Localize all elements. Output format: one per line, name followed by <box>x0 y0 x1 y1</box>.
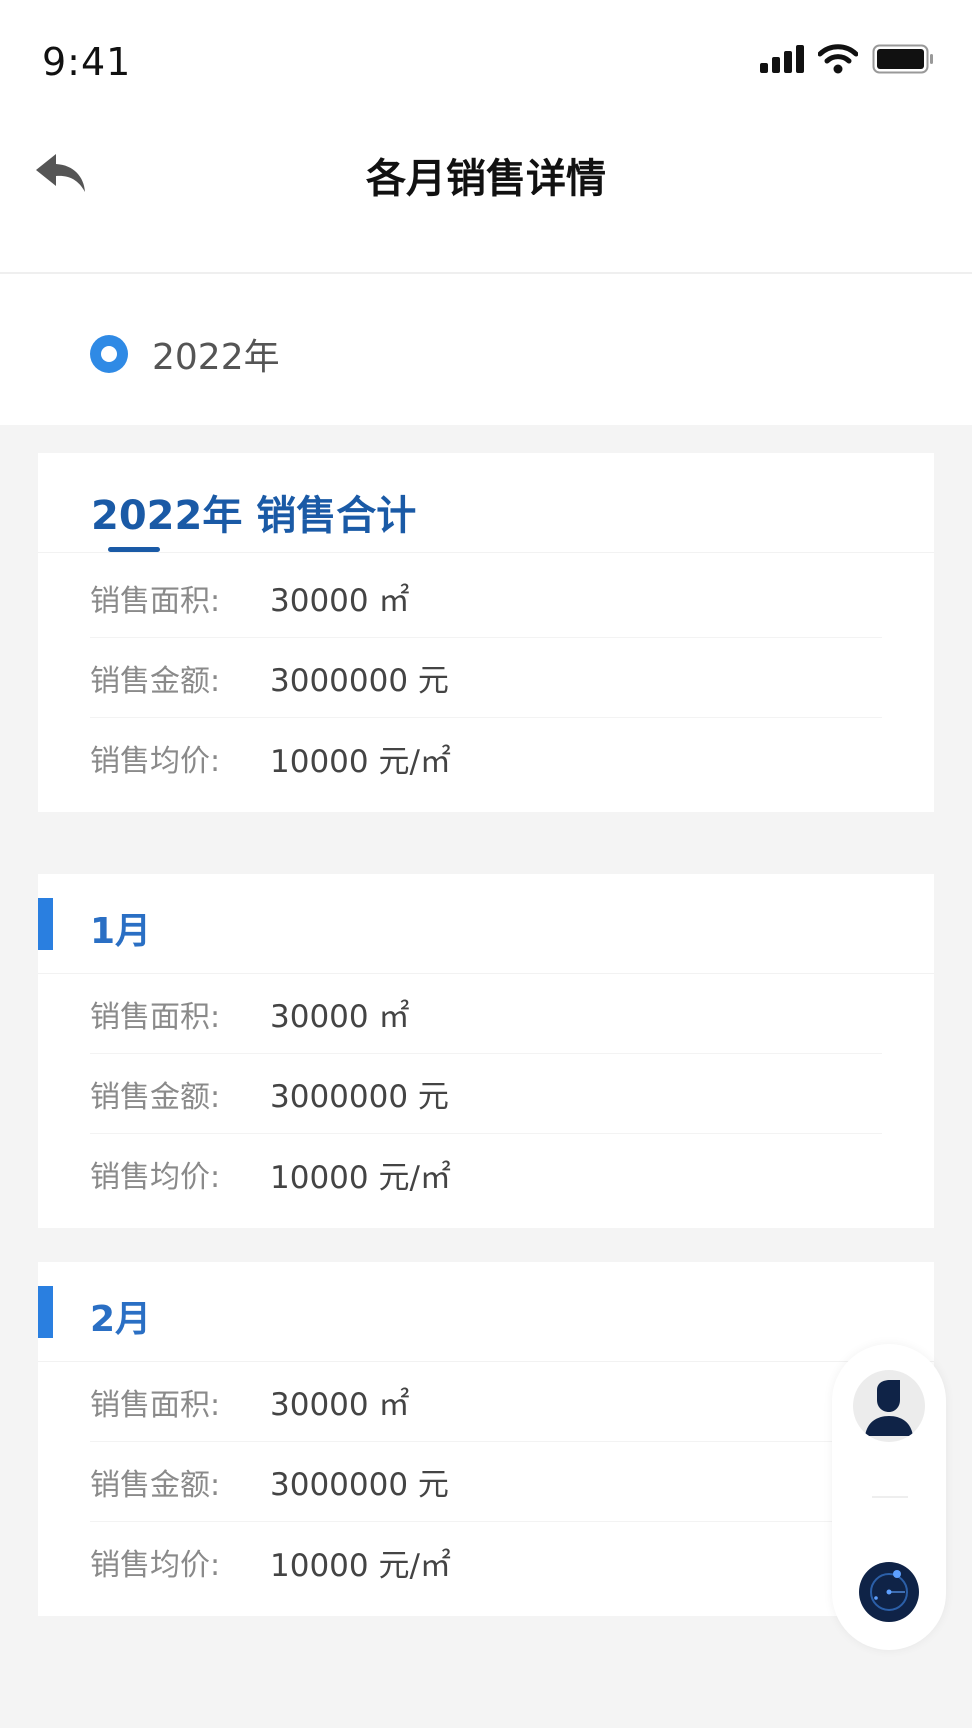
row-value: 10000 元/㎡ <box>270 743 451 780</box>
row-label: 销售金额: <box>90 663 221 699</box>
row-value: 3000000 元 <box>270 1079 449 1115</box>
row-label: 销售均价: <box>90 1160 221 1195</box>
month-rows: 销售面积: 30000 ㎡ 销售金额: 3000000 元 销售均价: 1000… <box>38 1362 934 1616</box>
page-title: 各月销售详情 <box>366 156 606 202</box>
wifi-icon <box>818 44 858 74</box>
row-value: 10000 元/㎡ <box>270 1159 451 1196</box>
summary-row-area: 销售面积: 30000 ㎡ <box>90 558 882 638</box>
month-title: 2月 <box>90 1299 152 1340</box>
row-label: 销售均价: <box>90 744 221 779</box>
row-value: 30000 ㎡ <box>270 583 410 619</box>
month-title: 1月 <box>90 911 152 952</box>
user-avatar-icon <box>865 1380 913 1436</box>
month-accent-bar <box>38 1286 53 1338</box>
month-row-avg-price: 销售均价: 10000 元/㎡ <box>90 1134 882 1214</box>
month-card-header: 2月 <box>38 1262 934 1362</box>
row-label: 销售金额: <box>90 1079 221 1115</box>
user-avatar-button[interactable] <box>853 1370 925 1442</box>
row-value: 3000000 元 <box>270 1467 449 1503</box>
year-label: 2022年 <box>152 337 280 378</box>
month-row-amount: 销售金额: 3000000 元 <box>90 1442 882 1522</box>
row-value: 30000 ㎡ <box>270 1387 410 1423</box>
row-label: 销售面积: <box>90 583 221 619</box>
month-row-area: 销售面积: 30000 ㎡ <box>90 1362 882 1442</box>
month-row-avg-price: 销售均价: 10000 元/㎡ <box>90 1522 882 1602</box>
month-row-amount: 销售金额: 3000000 元 <box>90 1054 882 1134</box>
status-icons <box>760 44 934 74</box>
navigation-bar: 各月销售详情 <box>0 110 972 274</box>
summary-card: 2022年 销售合计 销售面积: 30000 ㎡ 销售金额: 3000000 元… <box>38 453 934 812</box>
row-value: 3000000 元 <box>270 663 449 699</box>
row-label: 销售面积: <box>90 1387 221 1423</box>
month-accent-bar <box>38 898 53 950</box>
signal-icon <box>760 45 804 73</box>
summary-underline <box>108 547 160 552</box>
month-card-1: 1月 销售面积: 30000 ㎡ 销售金额: 3000000 元 销售均价: 1… <box>38 874 934 1228</box>
row-label: 销售均价: <box>90 1548 221 1583</box>
panel-divider <box>872 1496 908 1498</box>
month-card-2: 2月 销售面积: 30000 ㎡ 销售金额: 3000000 元 销售均价: 1… <box>38 1262 934 1616</box>
status-bar: 9:41 <box>0 0 972 110</box>
radar-icon <box>870 1570 908 1611</box>
radar-button[interactable] <box>859 1562 919 1622</box>
row-value: 10000 元/㎡ <box>270 1547 451 1584</box>
status-time: 9:41 <box>42 40 132 84</box>
year-radio-button[interactable] <box>90 335 128 373</box>
battery-icon <box>872 44 933 74</box>
row-label: 销售面积: <box>90 999 221 1035</box>
month-rows: 销售面积: 30000 ㎡ 销售金额: 3000000 元 销售均价: 1000… <box>38 974 934 1228</box>
month-card-header: 1月 <box>38 874 934 974</box>
floating-action-panel <box>832 1344 946 1650</box>
summary-row-amount: 销售金额: 3000000 元 <box>90 638 882 718</box>
summary-rows: 销售面积: 30000 ㎡ 销售金额: 3000000 元 销售均价: 1000… <box>38 553 934 812</box>
year-selector[interactable]: 2022年 <box>0 276 972 426</box>
summary-card-header: 2022年 销售合计 <box>38 453 934 553</box>
row-label: 销售金额: <box>90 1467 221 1503</box>
summary-row-avg-price: 销售均价: 10000 元/㎡ <box>90 718 882 798</box>
month-row-area: 销售面积: 30000 ㎡ <box>90 974 882 1054</box>
summary-title: 2022年 销售合计 <box>91 493 417 539</box>
row-value: 30000 ㎡ <box>270 999 410 1035</box>
